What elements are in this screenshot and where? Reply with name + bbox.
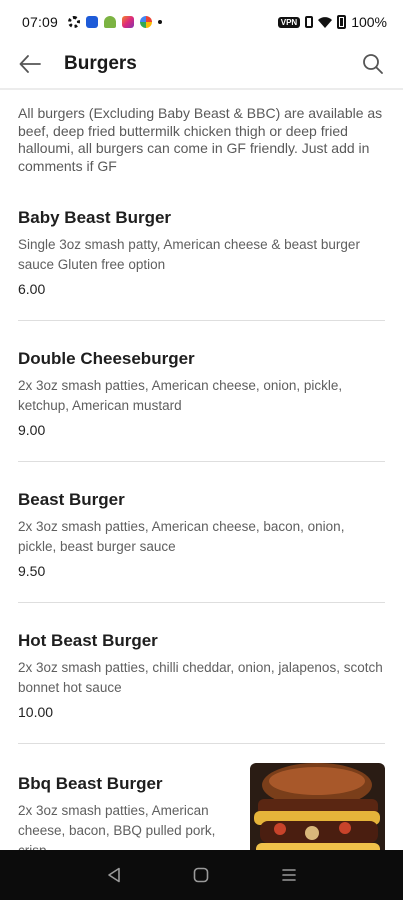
status-right: VPN 100% xyxy=(277,14,387,30)
item-name: Bbq Beast Burger xyxy=(18,774,163,793)
arrow-left-icon xyxy=(19,55,41,73)
item-name: Double Cheeseburger xyxy=(18,349,195,368)
item-name: Beast Burger xyxy=(18,490,125,509)
status-left: 07:09 xyxy=(22,14,163,30)
android-icon xyxy=(104,16,117,28)
menu-lines-icon xyxy=(282,869,296,881)
item-price: 9.00 xyxy=(18,422,46,438)
nav-back-button[interactable] xyxy=(104,865,124,885)
category-description: All burgers (Excluding Baby Beast & BBC)… xyxy=(18,105,383,174)
vpn-icon: VPN xyxy=(277,16,301,28)
item-image[interactable] xyxy=(250,763,385,850)
menu-item-bbq-beast-burger[interactable]: Bbq Beast Burger 2x 3oz smash patties, A… xyxy=(18,744,385,850)
item-price: 10.00 xyxy=(18,704,54,720)
square-home-icon xyxy=(194,867,209,883)
item-name: Hot Beast Burger xyxy=(18,631,158,650)
menu-item-double-cheeseburger[interactable]: Double Cheeseburger 2x 3oz smash patties… xyxy=(18,321,385,462)
battery-level: 100% xyxy=(351,14,387,30)
triangle-back-icon xyxy=(108,867,120,883)
status-time: 07:09 xyxy=(22,14,59,30)
instagram-icon xyxy=(122,16,135,28)
menu-item-beast-burger[interactable]: Beast Burger 2x 3oz smash patties, Ameri… xyxy=(18,462,385,603)
item-description: 2x 3oz smash patties, American cheese, o… xyxy=(18,378,343,413)
item-description: 2x 3oz smash patties, American cheese, b… xyxy=(18,519,345,554)
item-price: 6.00 xyxy=(18,281,46,297)
search-icon xyxy=(363,54,383,74)
item-description: 2x 3oz smash patties, American cheese, b… xyxy=(18,803,216,850)
menu-item-baby-beast-burger[interactable]: Baby Beast Burger Single 3oz smash patty… xyxy=(18,208,385,321)
nav-home-button[interactable] xyxy=(191,865,211,885)
item-description: 2x 3oz smash patties, chilli cheddar, on… xyxy=(18,660,383,695)
status-bar: 07:09 VPN 100% xyxy=(0,0,403,44)
settings-icon xyxy=(68,16,81,28)
app-notification-icon xyxy=(86,16,99,28)
photos-icon xyxy=(140,16,153,28)
page-title: Burgers xyxy=(64,53,137,74)
item-price: 9.50 xyxy=(18,563,46,579)
item-name: Baby Beast Burger xyxy=(18,208,172,227)
burger-photo xyxy=(250,763,385,850)
battery-icon xyxy=(337,15,347,29)
menu-item-hot-beast-burger[interactable]: Hot Beast Burger 2x 3oz smash patties, c… xyxy=(18,603,385,744)
item-description: Single 3oz smash patty, American cheese … xyxy=(18,237,360,272)
wifi-icon xyxy=(318,16,333,28)
app-bar: Burgers xyxy=(0,44,403,84)
vibrate-icon xyxy=(305,16,314,28)
more-notifications-dot-icon xyxy=(158,20,163,24)
menu-list[interactable]: All burgers (Excluding Baby Beast & BBC)… xyxy=(0,90,403,850)
search-button[interactable] xyxy=(361,52,385,76)
nav-recents-button[interactable] xyxy=(279,865,299,885)
back-button[interactable] xyxy=(18,52,42,76)
system-nav-bar xyxy=(0,850,403,900)
